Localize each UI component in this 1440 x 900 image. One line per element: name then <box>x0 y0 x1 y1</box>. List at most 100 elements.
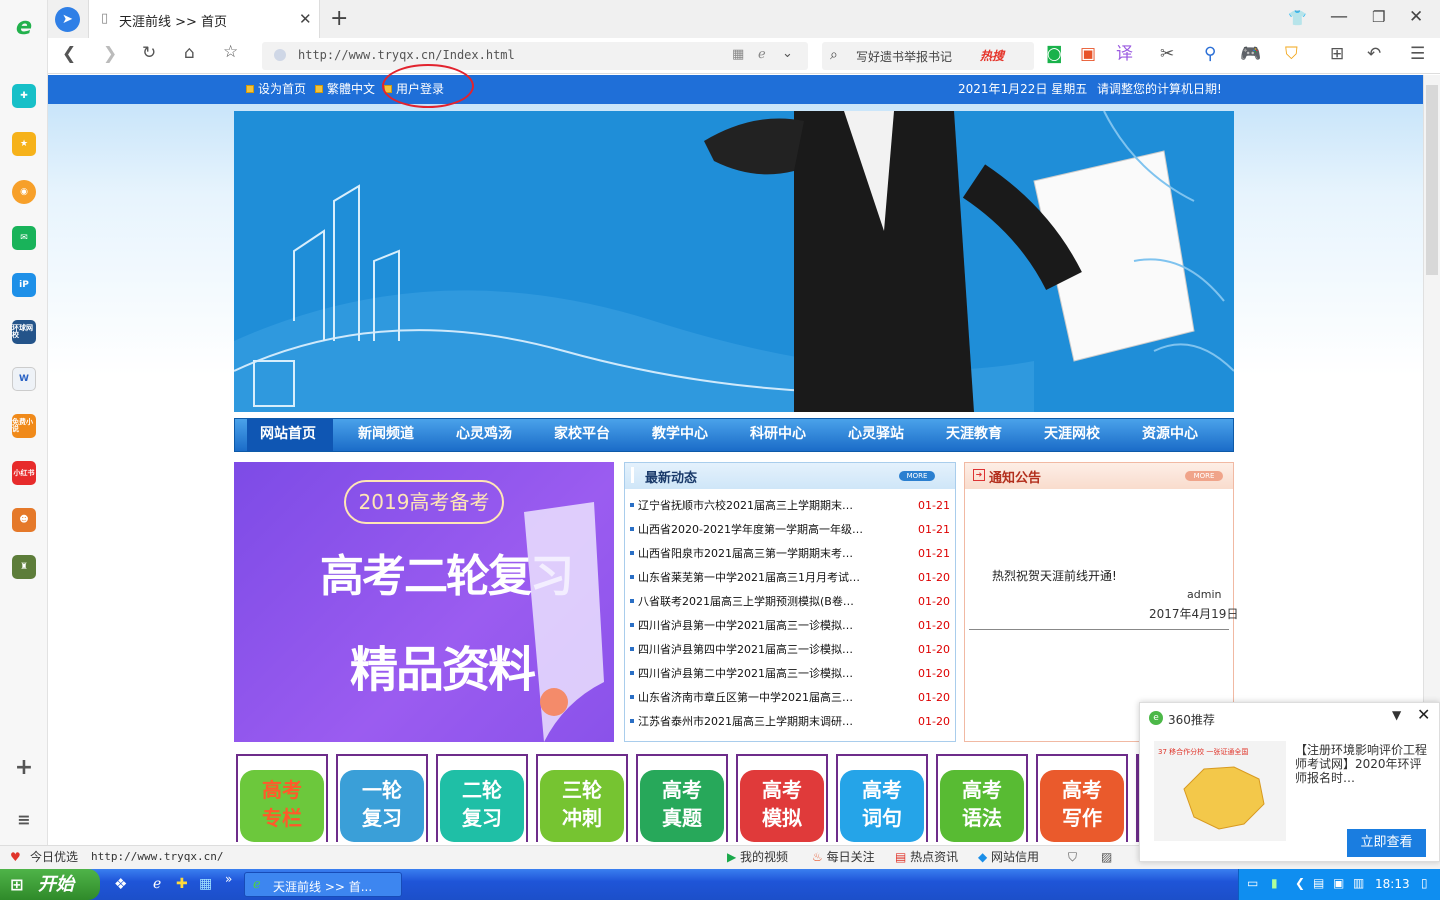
mail-icon[interactable]: ✉ <box>12 226 36 250</box>
popup-text[interactable]: 【注册环境影响评价工程师考试网】2020年环评师报名时… <box>1295 743 1431 785</box>
list-menu-icon[interactable]: ≡ <box>12 808 36 832</box>
qr-icon[interactable]: ▦ <box>732 47 744 62</box>
magnifier-icon[interactable]: ⚲ <box>1204 46 1216 63</box>
notice-message[interactable]: 热烈祝贺天涯前线开通! <box>992 567 1117 584</box>
news-item[interactable]: 四川省泸县第一中学2021届高三一诊模拟… 01-20 <box>630 619 950 633</box>
tile-phrases[interactable]: 高考 词句 <box>836 754 928 842</box>
set-homepage-link[interactable]: 设为首页 <box>246 82 306 96</box>
window-close-icon[interactable]: ✕ <box>1409 7 1423 27</box>
tile-writing[interactable]: 高考 写作 <box>1036 754 1128 842</box>
video-icon[interactable]: ▣ <box>1080 46 1096 63</box>
tab-current[interactable]: ▯ 天涯前线 >> 首页 ✕ <box>88 0 320 38</box>
taskbar-task-browser[interactable]: ℯ 天涯前线 >> 首... <box>244 872 402 897</box>
tile-real-exams[interactable]: 高考 真题 <box>636 754 728 842</box>
address-bar[interactable]: http://www.tryqx.cn/Index.html ▦ ℯ ⌄ <box>262 42 808 70</box>
tray-doc-icon[interactable]: ▤ <box>1313 876 1324 890</box>
tray-network-icon[interactable]: ▣ <box>1333 876 1344 890</box>
translate-icon[interactable]: 译 <box>1116 46 1133 63</box>
quicklaunch-plus-icon[interactable]: ✚ <box>176 876 188 892</box>
nav-teaching[interactable]: 教学中心 <box>632 425 728 443</box>
document-icon[interactable]: W <box>12 367 36 391</box>
nav-tianya-edu[interactable]: 天涯教育 <box>926 425 1022 443</box>
favorites-star-icon[interactable]: ★ <box>12 132 36 156</box>
nav-resources[interactable]: 资源中心 <box>1122 425 1218 443</box>
tray-desktop-icon[interactable]: ▯ <box>1421 876 1428 890</box>
news-item[interactable]: 山东省莱芜第一中学2021届高三1月月考试… 01-20 <box>630 571 950 585</box>
view-now-button[interactable]: 立即查看 <box>1347 829 1426 857</box>
address-text[interactable]: http://www.tryqx.cn/Index.html <box>298 48 515 62</box>
news-item[interactable]: 山西省2020-2021学年度第一学期高一年级… 01-21 <box>630 523 950 537</box>
nav-home[interactable]: 网站首页 <box>240 425 336 443</box>
search-box[interactable]: ⌕ 写好遗书举报书记 热搜 <box>822 42 1034 70</box>
minimize-icon[interactable]: — <box>1330 6 1348 27</box>
forward-icon[interactable]: ❯ <box>103 46 117 63</box>
nav-home-school[interactable]: 家校平台 <box>534 425 630 443</box>
nav-soul-station[interactable]: 心灵驿站 <box>828 425 924 443</box>
start-button[interactable]: ⊞ 开始 <box>0 869 100 900</box>
today-picks-link[interactable]: 今日优选 <box>30 850 78 864</box>
game-icon[interactable]: ☻ <box>12 508 36 532</box>
new-tab-icon[interactable]: + <box>330 6 348 31</box>
navigate-icon[interactable]: ➤ <box>55 7 80 32</box>
shirt-skin-icon[interactable]: 👕 <box>1288 9 1307 27</box>
tile-third-sprint[interactable]: 三轮 冲刺 <box>536 754 628 842</box>
news-item[interactable]: 江苏省泰州市2021届高三上学期期末调研… 01-20 <box>630 715 950 729</box>
tile-mock-exams[interactable]: 高考 模拟 <box>736 754 828 842</box>
ip-app-icon[interactable]: iP <box>12 273 36 297</box>
news-item[interactable]: 八省联考2021届高三上学期预测模拟(B卷… 01-20 <box>630 595 950 609</box>
screenshot-scissors-icon[interactable]: ✂ <box>1160 46 1174 63</box>
restore-icon[interactable]: ❐ <box>1372 8 1385 26</box>
popup-collapse-icon[interactable]: ▼ <box>1392 708 1401 722</box>
daily-focus-link[interactable]: ♨ 每日关注 <box>812 850 875 864</box>
global-school-icon[interactable]: 环球网校 <box>12 320 36 344</box>
tile-first-review[interactable]: 一轮 复习 <box>336 754 428 842</box>
site-info-icon[interactable] <box>274 49 286 61</box>
popup-thumbnail[interactable]: 37 移合作分校 一张证通全国 <box>1154 741 1286 841</box>
tab-close-icon[interactable]: ✕ <box>299 10 312 28</box>
news-item[interactable]: 四川省泸县第四中学2021届高三一诊模拟… 01-20 <box>630 643 950 657</box>
hot-search-label[interactable]: 热搜 <box>980 47 1004 64</box>
xiaohongshu-icon[interactable]: 小红书 <box>12 461 36 485</box>
promo-banner[interactable]: 2019高考备考 高考二轮复习 精品资料 <box>234 462 614 742</box>
hot-news-link[interactable]: ▤ 热点资讯 <box>895 850 958 864</box>
refresh-icon[interactable]: ↻ <box>142 45 156 62</box>
nav-soul-soup[interactable]: 心灵鸡汤 <box>436 425 532 443</box>
weibo-icon[interactable]: ◉ <box>12 180 36 204</box>
news-item[interactable]: 山东省济南市章丘区第一中学2021届高三… 01-20 <box>630 691 950 705</box>
quicklaunch-icon[interactable]: ❖ <box>114 875 127 893</box>
back-icon[interactable]: ❮ <box>62 46 76 63</box>
undo-icon[interactable]: ↶ <box>1367 46 1381 63</box>
tray-expand-icon[interactable]: ❮ <box>1295 876 1305 890</box>
novel-icon[interactable]: 免费小说 <box>12 414 36 438</box>
search-placeholder[interactable]: 写好遗书举报书记 <box>856 48 952 65</box>
news-item[interactable]: 山西省阳泉市2021届高三第一学期期末考… 01-21 <box>630 547 950 561</box>
plugin-cross-icon[interactable]: ✚ <box>12 84 36 108</box>
site-credit-link[interactable]: ◆ 网站信用 <box>978 850 1039 864</box>
tray-battery-icon[interactable]: ▮ <box>1271 876 1278 890</box>
notice-more-button[interactable]: MORE <box>1185 471 1223 481</box>
tray-keyboard-icon[interactable]: ▭ <box>1247 876 1258 890</box>
menu-icon[interactable]: ☰ <box>1410 46 1425 63</box>
gamepad-icon[interactable]: 🎮 <box>1240 46 1261 63</box>
wechat-icon[interactable]: ◙ <box>1046 46 1063 63</box>
my-video-link[interactable]: ▶ 我的视频 <box>727 850 788 864</box>
tile-gaokao-column[interactable]: 高考 专栏 <box>236 754 328 842</box>
home-icon[interactable]: ⌂ <box>184 45 195 62</box>
add-icon[interactable]: + <box>12 756 36 780</box>
tile-grammar[interactable]: 高考 语法 <box>936 754 1028 842</box>
news-item[interactable]: 四川省泸县第二中学2021届高三一诊模拟… 01-20 <box>630 667 950 681</box>
dropdown-chevron-icon[interactable]: ⌄ <box>782 46 793 61</box>
tray-clock[interactable]: 18:13 <box>1375 877 1410 891</box>
scroll-thumb[interactable] <box>1426 85 1438 275</box>
apps-grid-icon[interactable]: ⊞ <box>1330 46 1344 63</box>
popup-close-icon[interactable]: ✕ <box>1417 705 1430 724</box>
nav-research[interactable]: 科研中心 <box>730 425 826 443</box>
quicklaunch-more-icon[interactable]: » <box>225 872 232 886</box>
traditional-chinese-link[interactable]: 繁體中文 <box>315 82 375 96</box>
news-item[interactable]: 辽宁省抚顺市六校2021届高三上学期期末… 01-21 <box>630 499 950 513</box>
security-shield-icon[interactable]: ⛉ <box>1068 850 1077 864</box>
image-icon[interactable]: ▨ <box>1101 850 1112 864</box>
compat-mode-icon[interactable]: ℯ <box>758 47 766 62</box>
nav-news[interactable]: 新闻频道 <box>338 425 434 443</box>
quicklaunch-grid-icon[interactable]: ▦ <box>199 876 212 892</box>
